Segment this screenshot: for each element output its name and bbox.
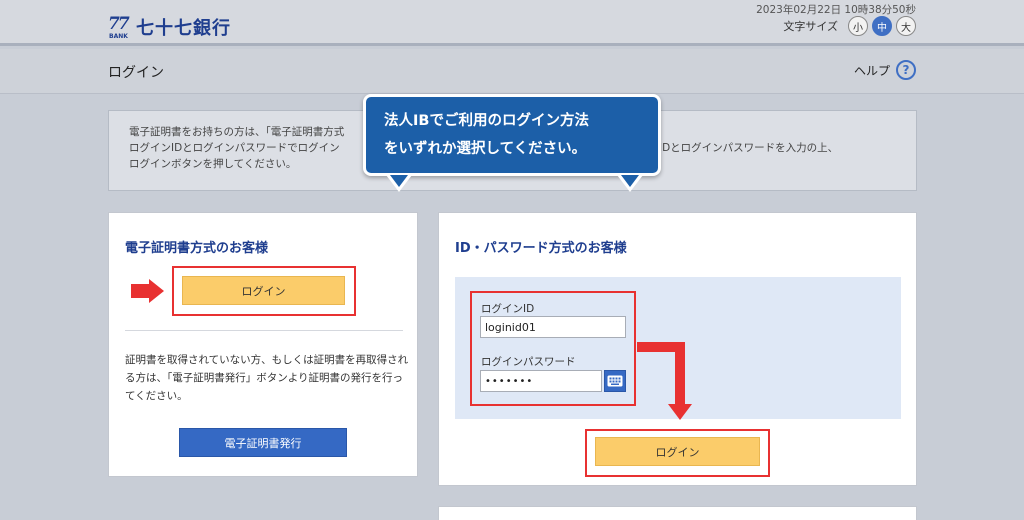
font-size-small-button[interactable]: 小 — [848, 16, 868, 36]
password-input[interactable] — [480, 370, 602, 392]
info-line: ログインIDとログインパスワードでログイン — [129, 142, 340, 154]
bank-name: 七十七銀行 — [136, 18, 231, 39]
logo-bank-text: BANK — [109, 33, 128, 40]
help-label[interactable]: ヘルプ — [854, 62, 890, 79]
callout-tail-right-fill — [621, 175, 639, 187]
info-line: ログインボタンを押してください。 — [129, 158, 297, 170]
logo-mark: 77 BANK — [108, 14, 132, 42]
pointer-arrow-body — [131, 284, 149, 298]
password-label: ログインパスワード — [481, 356, 576, 368]
page-title: ログイン — [108, 65, 164, 81]
logo-number: 77 — [108, 14, 130, 34]
software-keyboard-button[interactable] — [604, 370, 626, 392]
arrow-down-icon — [668, 404, 692, 420]
login-id-input[interactable] — [480, 316, 626, 338]
certificate-issue-button[interactable]: 電子証明書発行 — [179, 428, 347, 457]
info-line-right: IDとログインパスワードを入力の上、 — [659, 142, 839, 154]
keyboard-icon — [607, 375, 623, 387]
pointer-arrow-icon — [149, 279, 164, 303]
current-datetime: 2023年02月22日 10時38分50秒 — [756, 4, 916, 16]
font-size-selector: 文字サイズ 小 中 大 — [783, 16, 916, 36]
callout-tail-left-fill — [390, 175, 408, 187]
pointer-arrow-vertical — [675, 342, 685, 405]
help-link[interactable]: ヘルプ ? — [854, 60, 916, 80]
info-line: 電子証明書をお持ちの方は、「電子証明書方式 — [129, 126, 345, 138]
callout-line: をいずれか選択してください。 — [384, 141, 587, 157]
font-size-medium-button[interactable]: 中 — [872, 16, 892, 36]
certificate-login-button[interactable]: ログイン — [182, 276, 345, 305]
callout-line: 法人IBでご利用のログイン方法 — [384, 113, 589, 129]
help-icon[interactable]: ? — [896, 60, 916, 80]
font-size-label: 文字サイズ — [783, 20, 838, 33]
id-panel-title: ID・パスワード方式のお客様 — [455, 241, 627, 256]
instruction-callout: 法人IBでご利用のログイン方法 をいずれか選択してください。 — [363, 94, 661, 176]
info-text: 電子証明書をお持ちの方は、「電子証明書方式 ログインIDとログインパスワードでロ… — [129, 124, 344, 172]
certificate-note: 証明書を取得されていない方、もしくは証明書を再取得される方は、「電子証明書発行」… — [125, 354, 409, 402]
login-id-label: ログインID — [481, 303, 535, 315]
divider — [125, 330, 403, 331]
next-panel-edge — [438, 506, 917, 520]
title-bar: ログイン ヘルプ ? — [0, 49, 1024, 94]
id-login-button[interactable]: ログイン — [595, 437, 760, 466]
bank-logo[interactable]: 77 BANK 七十七銀行 — [108, 14, 231, 42]
certificate-login-panel: 電子証明書方式のお客様 ログイン 証明書を取得されていない方、もしくは証明書を再… — [108, 212, 418, 477]
header-bar: 77 BANK 七十七銀行 2023年02月22日 10時38分50秒 文字サイ… — [0, 0, 1024, 46]
font-size-large-button[interactable]: 大 — [896, 16, 916, 36]
certificate-panel-title: 電子証明書方式のお客様 — [125, 241, 269, 256]
